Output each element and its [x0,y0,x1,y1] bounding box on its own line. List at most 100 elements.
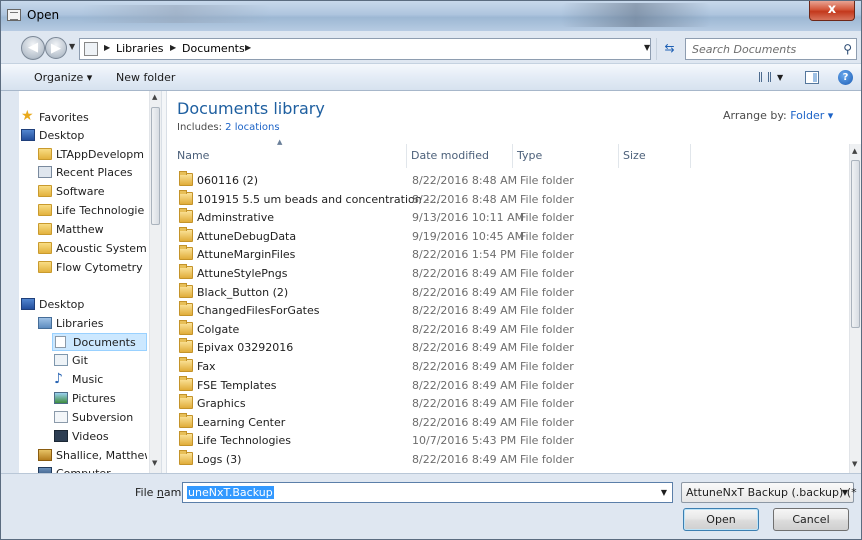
address-history-dropdown[interactable]: ▼ [644,43,650,52]
address-bar[interactable]: ▶ Libraries ▶ Documents ▶ [79,38,651,60]
file-row[interactable]: Logs (3) 8/22/2016 8:49 AM File folder [169,450,849,468]
nav-item-documents[interactable]: Documents [52,333,147,351]
file-name: Epivax 03292016 [197,341,294,355]
file-row[interactable]: 060116 (2) 8/22/2016 8:48 AM File folder [169,171,849,189]
nav-item-label: Git [72,354,88,367]
nav-item-matthew[interactable]: Matthew [36,221,147,239]
breadcrumb-documents[interactable]: Documents [182,42,245,55]
file-row[interactable]: Fax 8/22/2016 8:49 AM File folder [169,357,849,375]
breadcrumb-separator-icon[interactable]: ▶ [104,43,110,52]
file-type-filter[interactable]: AttuneNxT Backup (.backup) (* ▼ [681,482,857,503]
file-name: AttuneDebugData [197,229,297,243]
nav-item-flow-cytometry-i[interactable]: Flow Cytometry I [36,259,147,277]
file-type: File folder [520,192,574,206]
new-folder-button[interactable]: New folder [116,71,175,84]
nav-item-pictures[interactable]: Pictures [52,390,147,408]
locations-link[interactable]: 2 locations [225,122,279,133]
cancel-button[interactable]: Cancel [773,508,849,531]
file-name: Learning Center [197,415,286,429]
folder-icon [179,264,193,279]
command-bar: Organize ▾ New folder ▼ ? [1,63,861,91]
file-row[interactable]: Adminstrative 9/13/2016 10:11 AM File fold… [169,208,849,226]
file-row[interactable]: Life Technologies 10/7/2016 5:43 PM File f… [169,431,849,449]
preview-pane-icon[interactable] [805,71,819,84]
organize-button[interactable]: Organize ▾ [34,71,92,84]
nav-item-computer[interactable]: Computer [36,465,147,473]
column-header-name[interactable]: Name [173,144,407,168]
arrange-by: Arrange by: Folder ▾ [723,109,833,122]
user-folder-icon [38,449,52,461]
file-type: File folder [520,322,574,336]
breadcrumb-separator-icon[interactable]: ▶ [245,43,251,52]
file-name: AttuneStylePngs [197,267,288,280]
nav-item-ltappdevelopm[interactable]: LTAppDevelopm [36,146,147,164]
search-icon[interactable]: ⚲ [843,42,852,56]
file-type: File folder [520,397,574,411]
file-row[interactable]: Learning Center 8/22/2016 8:49 AM File fol… [169,412,849,431]
nav-item-subversion[interactable]: Subversion [52,409,147,427]
file-row[interactable]: Graphics 8/22/2016 8:49 AM File folder [169,394,849,412]
file-row[interactable]: AttuneMarginFiles 8/22/2016 1:54 PM File f… [169,245,849,263]
nav-item-label: Recent Places [56,166,133,179]
breadcrumb-separator-icon[interactable]: ▶ [170,43,176,52]
file-name: Logs (3) [197,453,242,466]
column-header-type[interactable]: Type [513,144,619,168]
chevron-down-icon[interactable]: ▼ [842,488,848,497]
close-button[interactable]: x [809,1,855,21]
column-header-size[interactable]: Size [619,144,691,168]
column-header-date-modified[interactable]: Date modified [407,144,513,168]
nav-item-desktop[interactable]: Desktop [19,296,147,314]
file-row[interactable]: AttuneStylePngs 8/22/2016 8:49 AM File fol… [169,264,849,282]
file-row[interactable]: FSE Templates 8/22/2016 8:49 AM File folde… [169,375,849,394]
search-box[interactable]: Search Documents ⚲ [685,38,857,60]
navigation-pane-scrollbar[interactable]: ▲ ▼ [149,91,161,473]
file-row[interactable]: Epivax 03292016 8/22/2016 8:49 AM File fol… [169,338,849,356]
recent-pages-dropdown[interactable]: ▼ [69,42,75,51]
file-type: File folder [520,415,574,429]
address-bar-row: ◀ ▶ ▼ ▶ Libraries ▶ Documents ▶ ▼ ⇆ Sear… [1,31,861,63]
file-name-value[interactable]: uneNxT.Backup [187,486,274,499]
nav-item-git[interactable]: Git [52,352,147,370]
file-row[interactable]: 101915 5.5 um beads and concentration -.… [169,189,849,208]
nav-item-videos[interactable]: Videos [52,428,147,446]
breadcrumb-libraries[interactable]: Libraries [116,42,164,55]
file-date-modified: 8/22/2016 8:48 AM [412,192,518,206]
back-button[interactable]: ◀ [21,36,45,60]
forward-button[interactable]: ▶ [45,37,67,59]
file-list-scrollbar[interactable]: ▲ ▼ [849,144,861,473]
scroll-down-arrow-icon[interactable]: ▼ [852,460,857,468]
nav-item-music[interactable]: ♪ Music [52,371,147,389]
nav-item-life-technologie[interactable]: Life Technologie [36,202,147,220]
scroll-down-arrow-icon[interactable]: ▼ [152,459,157,467]
nav-item-label: LTAppDevelopm [56,148,144,161]
file-row[interactable]: Colgate 8/22/2016 8:49 AM File folder [169,319,849,338]
scroll-up-arrow-icon[interactable]: ▲ [852,147,857,155]
nav-item-software[interactable]: Software [36,183,147,201]
nav-item-desktop[interactable]: Desktop [19,127,147,145]
title-bar-background-blur [561,3,711,27]
folder-icon [179,171,193,186]
file-row[interactable]: AttuneDebugData 9/19/2016 10:45 AM File fo… [169,226,849,245]
scrollbar-thumb[interactable] [151,107,160,225]
file-name-dropdown-icon[interactable]: ▼ [661,488,667,497]
file-row[interactable]: Black_Button (2) 8/22/2016 8:49 AM File fo… [169,282,849,301]
arrange-by-dropdown[interactable]: Folder ▾ [790,109,833,122]
file-row[interactable]: ChangedFilesForGates 8/22/2016 8:49 AM Fil… [169,301,849,319]
help-icon[interactable]: ? [838,70,853,85]
nav-item-recent-places[interactable]: Recent Places [36,164,147,182]
scrollbar-thumb[interactable] [851,160,860,328]
view-options-dropdown[interactable]: ▼ [777,73,783,82]
file-name: Graphics [197,397,246,411]
open-dialog-window: Open x ◀ ▶ ▼ ▶ Libraries ▶ Documents ▶ ▼… [0,0,862,540]
change-view-icon[interactable] [759,72,771,82]
nav-item-shallice-matthew[interactable]: Shallice, Matthew [36,447,147,465]
refresh-button[interactable]: ⇆ [656,38,682,60]
nav-item-libraries[interactable]: Libraries [36,315,147,333]
file-name-input[interactable]: uneNxT.Backup ▼ [182,482,673,503]
file-name: 101915 5.5 um beads and concentration -.… [197,192,440,206]
folder-icon [179,208,193,224]
nav-item-acoustic-systems[interactable]: Acoustic Systems [36,240,147,258]
nav-item-favorites[interactable]: ★ Favorites [19,109,147,127]
scroll-up-arrow-icon[interactable]: ▲ [152,93,157,101]
open-button[interactable]: Open [683,508,759,531]
